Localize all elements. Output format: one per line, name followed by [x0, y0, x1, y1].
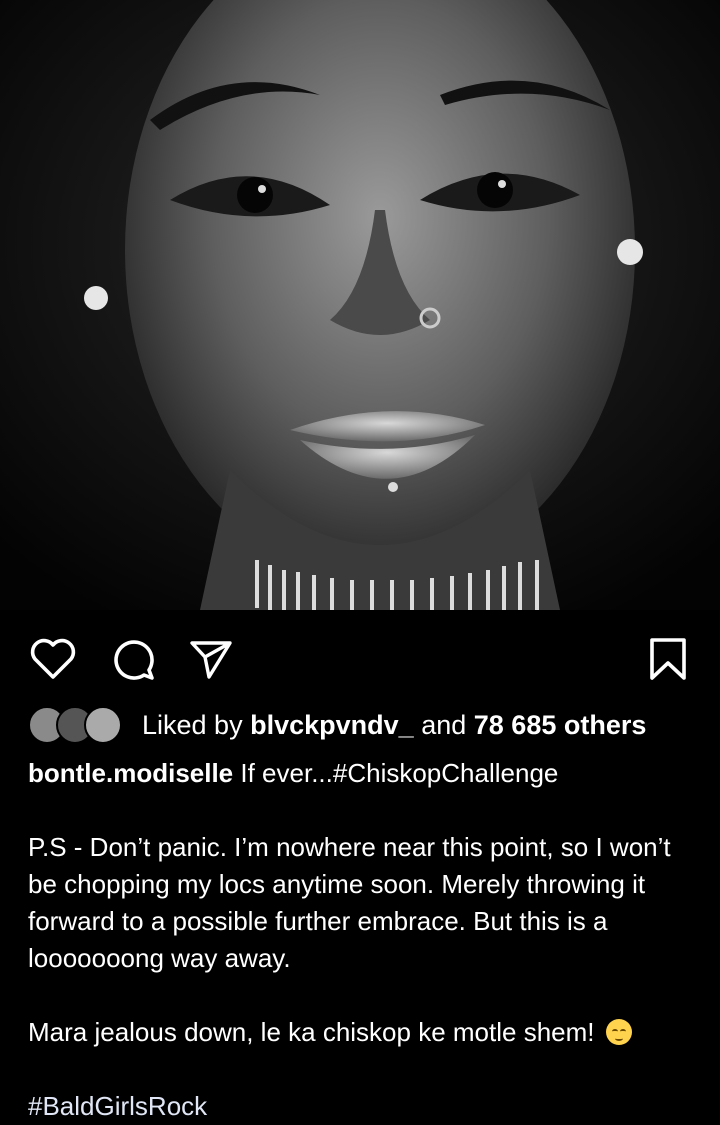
likes-summary[interactable]: Liked by blvckpvndv_ and 78 685 others [28, 704, 708, 746]
portrait-illustration [0, 0, 720, 610]
post-photo[interactable] [0, 0, 720, 610]
caption-paragraph-1: P.S - Don’t panic. I’m nowhere near this… [28, 832, 671, 973]
like-button[interactable] [28, 634, 78, 684]
save-button[interactable] [643, 634, 693, 684]
post-action-bar [0, 610, 720, 702]
liker-username[interactable]: blvckpvndv_ [250, 710, 414, 741]
liked-by-joiner: and [421, 709, 467, 740]
post-caption: bontle.modiselle If ever...#ChiskopChall… [28, 755, 700, 1125]
comment-button[interactable] [108, 634, 158, 684]
caption-username[interactable]: bontle.modiselle [28, 758, 233, 788]
bookmark-icon [648, 637, 688, 681]
share-button[interactable] [186, 634, 236, 684]
avatar [84, 706, 122, 744]
caption-paragraph-2: Mara jealous down, le ka chiskop ke motl… [28, 1017, 595, 1047]
caption-hashtag[interactable]: #BaldGirlsRock [28, 1088, 700, 1125]
caption-first-line: If ever...#ChiskopChallenge [240, 758, 559, 788]
liker-avatars [28, 706, 128, 744]
liked-by-prefix: Liked by [142, 709, 243, 740]
relieved-face-icon [605, 1019, 632, 1045]
comment-icon [110, 636, 156, 682]
liked-by-others[interactable]: 78 685 others [474, 710, 647, 741]
heart-icon [29, 637, 77, 681]
share-icon [187, 637, 235, 681]
